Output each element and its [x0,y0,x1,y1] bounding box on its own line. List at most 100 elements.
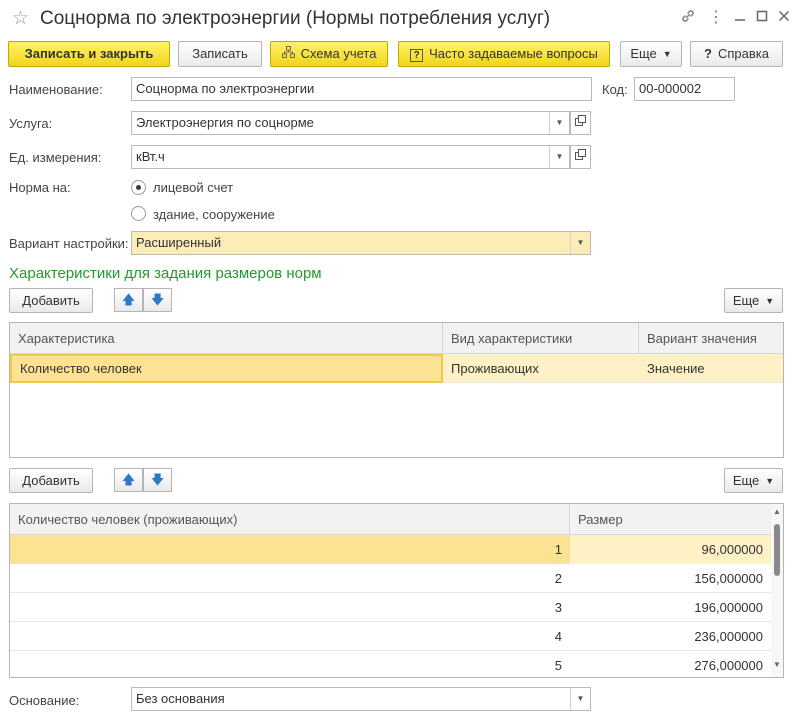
table-row[interactable]: 2 156,000000 [10,564,771,593]
basis-field[interactable]: Без основания ▼ [131,687,591,711]
table-header: Количество человек (проживающих) Размер [10,504,771,535]
question-icon: ? [410,49,424,62]
sizes-more-button[interactable]: Еще ▼ [724,468,783,493]
add-label: Добавить [22,293,80,308]
service-field[interactable]: Электроэнергия по соцнорме ▼ [131,111,570,135]
sizes-table: Количество человек (проживающих) Размер … [9,503,784,678]
save-label: Записать [192,46,248,61]
count-cell[interactable]: 2 [10,564,570,593]
open-service-button[interactable] [570,111,591,135]
characteristics-more-button[interactable]: Еще ▼ [724,288,783,313]
table-row[interactable]: Количество человек Проживающих Значение [10,354,783,383]
size-cell[interactable]: 96,000000 [570,535,771,564]
dropdown-icon[interactable]: ▼ [570,232,590,254]
scroll-up-icon[interactable]: ▲ [771,506,783,518]
unit-value: кВт.ч [136,149,165,164]
help-label: Справка [717,46,769,61]
unit-field[interactable]: кВт.ч ▼ [131,145,570,169]
size-cell[interactable]: 196,000000 [570,593,771,622]
dropdown-icon[interactable]: ▼ [570,688,590,710]
arrow-up-icon: 🡅 [121,472,136,487]
faq-button[interactable]: ? Часто задаваемые вопросы [398,41,610,67]
caret-down-icon: ▼ [765,476,775,486]
link-icon[interactable] [678,8,698,28]
move-up-button[interactable]: 🡅 [114,288,143,312]
norm-label: Норма на: [9,180,71,195]
basis-label: Основание: [9,693,80,708]
variant-cell[interactable]: Значение [639,354,783,383]
save-and-close-button[interactable]: Записать и закрыть [8,41,170,67]
basis-value: Без основания [136,691,225,706]
radio-building[interactable] [131,206,146,221]
scheme-icon [281,42,295,66]
count-cell[interactable]: 1 [10,535,570,564]
service-label: Услуга: [9,116,53,131]
kind-cell[interactable]: Проживающих [443,354,639,383]
table-row[interactable]: 3 196,000000 [10,593,771,622]
scroll-down-icon[interactable]: ▼ [771,659,783,671]
name-value: Соцнорма по электроэнергии [136,81,315,96]
move-up-button[interactable]: 🡅 [114,468,143,492]
table-row[interactable]: 5 276,000000 [10,651,771,677]
service-value: Электроэнергия по соцнорме [136,115,314,130]
minimize-icon[interactable] [730,8,750,28]
radio-account-label[interactable]: лицевой счет [153,180,233,195]
caret-down-icon: ▼ [662,49,672,59]
save-and-close-label: Записать и закрыть [24,46,154,61]
more-button[interactable]: Еще ▼ [620,41,682,67]
size-cell[interactable]: 276,000000 [570,651,771,677]
section-title: Характеристики для задания размеров норм [9,265,322,282]
dropdown-icon[interactable]: ▼ [549,112,569,134]
caret-down-icon: ▼ [765,296,775,306]
dropdown-icon[interactable]: ▼ [549,146,569,168]
code-field[interactable]: 00-000002 [634,77,735,101]
scroll-thumb[interactable] [774,524,780,576]
faq-label: Часто задаваемые вопросы [429,46,598,61]
save-button[interactable]: Записать [178,41,262,67]
count-cell[interactable]: 4 [10,622,570,651]
more-icon[interactable]: ⋮ [706,8,726,28]
name-field[interactable]: Соцнорма по электроэнергии [131,77,592,101]
size-cell[interactable]: 236,000000 [570,622,771,651]
close-icon[interactable] [774,8,794,28]
table-row[interactable]: 1 96,000000 [10,535,771,564]
column-header[interactable]: Вид характеристики [443,323,639,354]
code-value: 00-000002 [639,81,702,96]
characteristics-table: Характеристика Вид характеристики Вариан… [9,322,784,458]
column-header[interactable]: Количество человек (проживающих) [10,504,570,535]
variant-value: Расширенный [136,235,222,250]
move-down-button[interactable]: 🡇 [143,468,172,492]
code-label: Код: [602,82,628,97]
column-header[interactable]: Вариант значения [639,323,783,354]
accounting-scheme-label: Схема учета [300,46,377,61]
move-down-button[interactable]: 🡇 [143,288,172,312]
open-unit-button[interactable] [570,145,591,169]
accounting-scheme-button[interactable]: Схема учета [270,41,388,67]
more-label: Еще [630,46,657,61]
more-label: Еще [732,293,760,308]
help-button[interactable]: ? Справка [690,41,783,67]
add-size-button[interactable]: Добавить [9,468,93,493]
count-cell[interactable]: 5 [10,651,570,677]
radio-building-label[interactable]: здание, сооружение [153,207,275,222]
arrow-down-icon: 🡇 [150,472,165,487]
table-header: Характеристика Вид характеристики Вариан… [10,323,783,354]
size-cell[interactable]: 156,000000 [570,564,771,593]
add-label: Добавить [22,473,80,488]
star-icon[interactable]: ☆ [12,7,29,30]
arrow-up-icon: 🡅 [121,292,136,307]
name-label: Наименование: [9,82,103,97]
column-header[interactable]: Размер [570,504,771,535]
add-characteristic-button[interactable]: Добавить [9,288,93,313]
open-icon [575,149,586,160]
characteristic-cell[interactable]: Количество человек [10,354,443,383]
variant-field[interactable]: Расширенный ▼ [131,231,591,255]
vertical-scrollbar[interactable]: ▲ ▼ [771,504,783,677]
count-cell[interactable]: 3 [10,593,570,622]
variant-label: Вариант настройки: [9,236,129,251]
more-label: Еще [732,473,760,488]
table-row[interactable]: 4 236,000000 [10,622,771,651]
maximize-icon[interactable] [752,8,772,28]
column-header[interactable]: Характеристика [10,323,443,354]
radio-account[interactable] [131,180,146,195]
